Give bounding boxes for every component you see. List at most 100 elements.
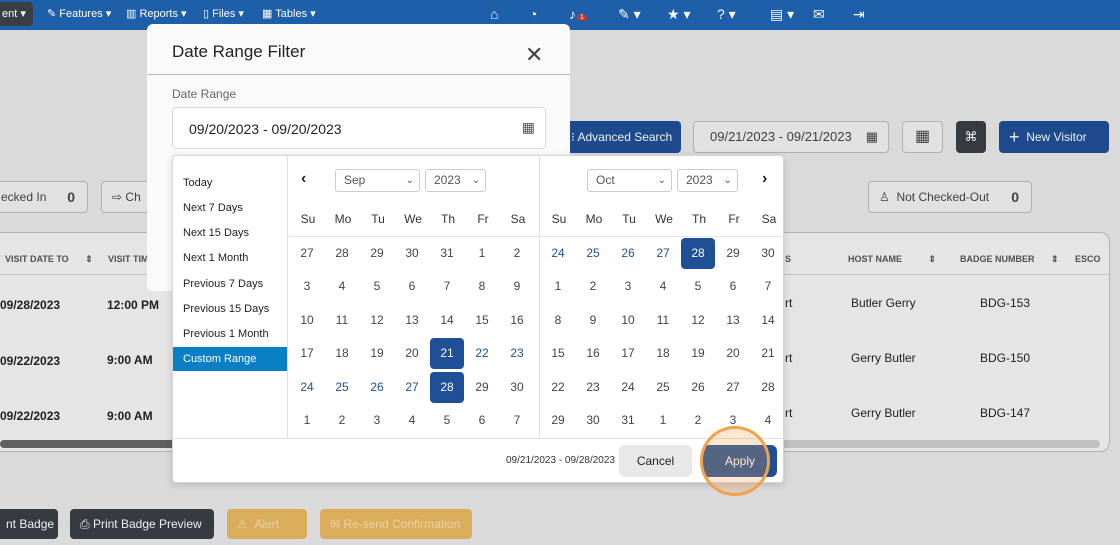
calendar-day[interactable]: 13 [395,305,429,336]
calendar-day[interactable]: 10 [611,305,645,336]
nav-features[interactable]: ✎ Features ▾ [47,0,111,30]
calendar-day[interactable]: 3 [611,271,645,302]
calendar-day[interactable]: 9 [576,305,610,336]
calendar-day[interactable]: 11 [325,305,359,336]
calendar-day[interactable]: 5 [430,405,464,436]
calendar-day[interactable]: 15 [465,305,499,336]
calendar-day[interactable]: 22 [541,372,575,403]
help-icon[interactable]: ? ▾ [717,0,736,30]
calendar-day[interactable]: 19 [360,338,394,369]
calendar-day[interactable]: 29 [360,238,394,269]
year-select-left[interactable]: 2023 ⌄ [425,169,486,192]
logout-icon[interactable]: ⇥ [853,0,865,30]
calendar-day[interactable]: 30 [395,238,429,269]
calendar-day[interactable]: 5 [681,271,715,302]
cancel-button[interactable]: Cancel [619,445,692,477]
calendar-day[interactable]: 13 [716,305,750,336]
calendar-day[interactable]: 15 [541,338,575,369]
calendar-day[interactable]: 1 [290,405,324,436]
calendar-day[interactable]: 28 [751,372,785,403]
calendar-day[interactable]: 12 [681,305,715,336]
calendar-day[interactable]: 18 [646,338,680,369]
calendar-day[interactable]: 28 [681,238,715,269]
calendar-day[interactable]: 10 [290,305,324,336]
calendar-day[interactable]: 3 [360,405,394,436]
calendar-day[interactable]: 4 [751,405,785,436]
calendar-day[interactable]: 21 [751,338,785,369]
calendar-day[interactable]: 17 [290,338,324,369]
date-range-input[interactable]: 09/20/2023 - 09/20/2023 ▦ [172,107,546,149]
calendar-day[interactable]: 25 [576,238,610,269]
calendar-day[interactable]: 17 [611,338,645,369]
month-select-right[interactable]: Oct ⌄ [587,169,672,192]
calendar-day[interactable]: 20 [395,338,429,369]
calendar-day[interactable]: 3 [290,271,324,302]
calendar-day[interactable]: 26 [681,372,715,403]
calendar-day[interactable]: 29 [465,372,499,403]
calendar-day[interactable]: 6 [716,271,750,302]
calendar-day[interactable]: 27 [716,372,750,403]
calendar-day[interactable]: 5 [360,271,394,302]
calendar-day[interactable]: 28 [325,238,359,269]
calendar-day[interactable]: 18 [325,338,359,369]
calendar-day[interactable]: 7 [751,271,785,302]
month-select-left[interactable]: Sep ⌄ [335,169,420,192]
calendar-day[interactable]: 20 [716,338,750,369]
calendar-day[interactable]: 30 [500,372,534,403]
range-previous-7-days[interactable]: Previous 7 Days [173,272,287,296]
calendar-day[interactable]: 19 [681,338,715,369]
book-icon[interactable]: ▤ ▾ [770,0,794,30]
calendar-day[interactable]: 21 [430,338,464,370]
calendar-day[interactable]: 2 [576,271,610,302]
agent-menu-button[interactable]: ent ▾ [0,2,33,26]
range-previous-1-month[interactable]: Previous 1 Month [173,322,287,346]
bell-icon[interactable]: ♪ 1 [569,0,587,30]
calendar-day[interactable]: 1 [541,271,575,302]
calendar-day[interactable]: 26 [360,372,394,403]
range-previous-15-days[interactable]: Previous 15 Days [173,297,287,321]
calendar-day[interactable]: 14 [430,305,464,336]
wrench-icon[interactable]: ✎ ▾ [618,0,641,30]
calendar-day[interactable]: 2 [681,405,715,436]
next-month-icon[interactable]: › [762,170,767,188]
range-next-1-month[interactable]: Next 1 Month [173,246,287,270]
range-custom[interactable]: Custom Range [173,347,287,371]
calendar-day[interactable]: 31 [611,405,645,436]
star-icon[interactable]: ★ ▾ [667,0,690,30]
calendar-day[interactable]: 2 [500,238,534,269]
calendar-day[interactable]: 25 [646,372,680,403]
calendar-day[interactable]: 31 [430,238,464,269]
calendar-day[interactable]: 1 [646,405,680,436]
year-select-right[interactable]: 2023 ⌄ [677,169,738,192]
calendar-day[interactable]: 28 [430,371,464,403]
calendar-day[interactable]: 11 [646,305,680,336]
calendar-day[interactable]: 8 [465,271,499,302]
calendar-day[interactable]: 24 [290,372,324,403]
calendar-day[interactable]: 30 [751,238,785,269]
envelope-icon[interactable]: ✉ [813,0,825,30]
calendar-day[interactable]: 29 [541,405,575,436]
calendar-day[interactable]: 4 [325,271,359,302]
calendar-day[interactable]: 2 [325,405,359,436]
calendar-day[interactable]: 9 [500,271,534,302]
calendar-day[interactable]: 6 [465,405,499,436]
calendar-day[interactable]: 24 [541,238,575,269]
calendar-day[interactable]: 27 [290,238,324,269]
calendar-day[interactable]: 8 [541,305,575,336]
calendar-day[interactable]: 6 [395,271,429,302]
calendar-day[interactable]: 25 [325,372,359,403]
calendar-day[interactable]: 12 [360,305,394,336]
calendar-day[interactable]: 22 [465,338,499,369]
close-icon[interactable]: ✕ [525,42,543,68]
calendar-day[interactable]: 23 [576,372,610,403]
calendar-day[interactable]: 24 [611,372,645,403]
calendar-day[interactable]: 14 [751,305,785,336]
calendar-day[interactable]: 4 [646,271,680,302]
calendar-day[interactable]: 16 [500,305,534,336]
calendar-day[interactable]: 27 [646,238,680,269]
prev-month-icon[interactable]: ‹ [301,170,306,188]
range-next-7-days[interactable]: Next 7 Days [173,196,287,220]
range-next-15-days[interactable]: Next 15 Days [173,221,287,245]
calendar-day[interactable]: 7 [430,271,464,302]
range-today[interactable]: Today [173,171,287,195]
